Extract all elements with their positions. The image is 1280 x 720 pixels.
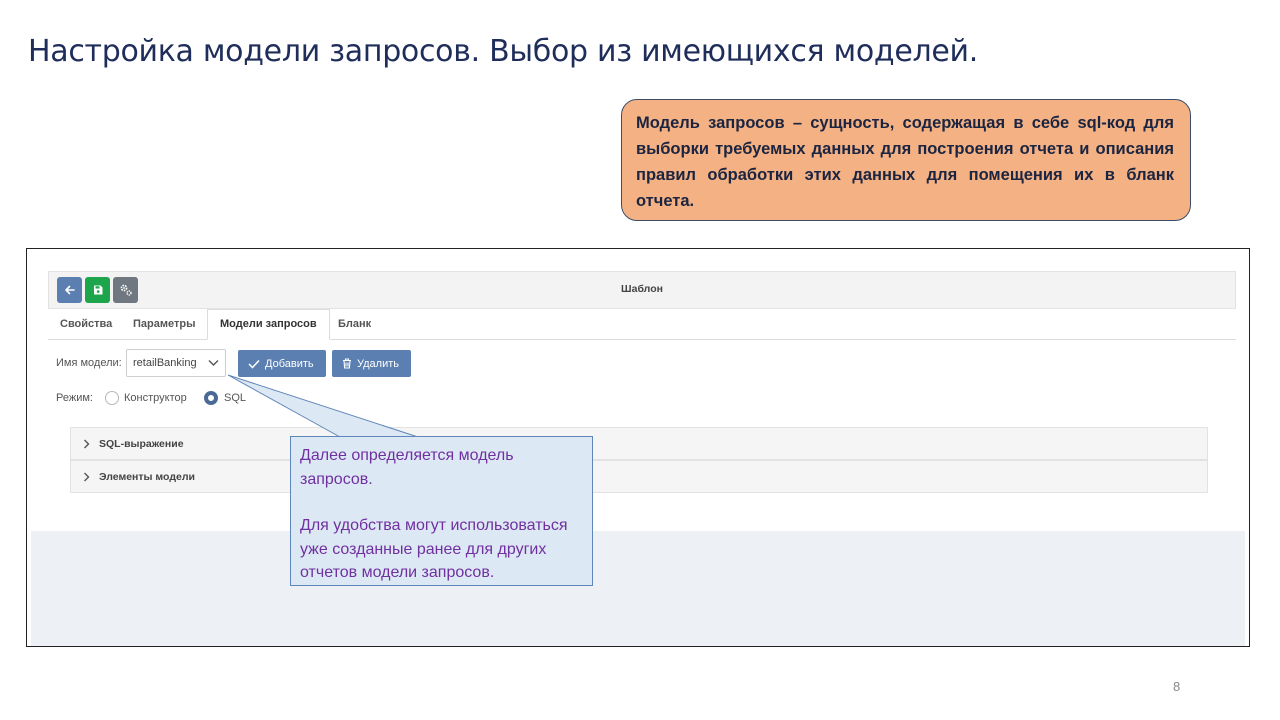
callout-box: Далее определяется модель запросов. Для … (290, 436, 593, 586)
page-number: 8 (1173, 679, 1181, 694)
callout-pointer (227, 374, 419, 438)
callout-text-1: Далее определяется модель запросов. (300, 447, 514, 488)
callout-text-2: Для удобства могут использоваться уже со… (300, 517, 568, 581)
